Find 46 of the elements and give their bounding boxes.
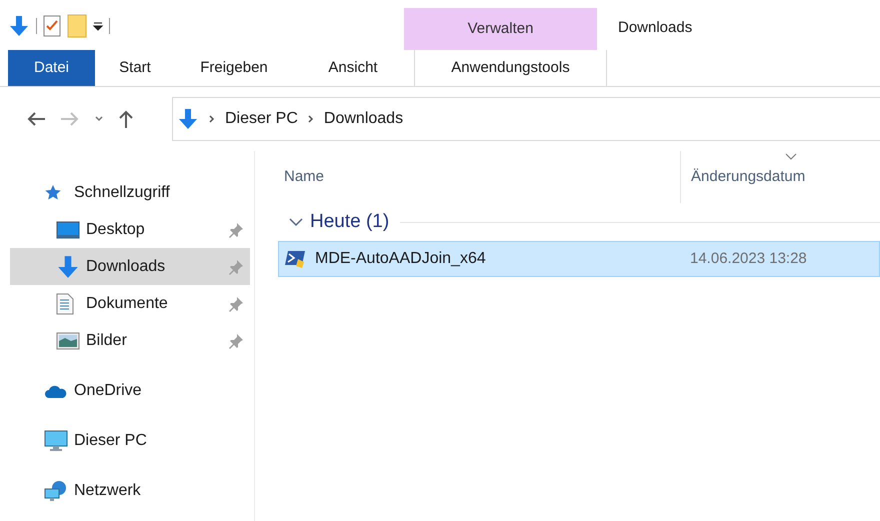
monitor-icon [44,430,68,452]
ribbon-tab[interactable]: Ansicht [293,50,413,86]
nav-item[interactable]: Downloads [10,248,250,285]
nav-item[interactable]: Netzwerk [0,472,250,509]
column-header[interactable]: Änderungsdatum [681,151,880,203]
nav-item[interactable]: Dokumente [10,285,250,322]
breadcrumb-item[interactable]: Dieser PC [225,107,298,131]
nav-item[interactable]: Schnellzugriff [0,174,250,211]
chevron-right-icon[interactable] [209,114,215,124]
document-icon [56,292,74,314]
file-date: 14.06.2023 13:28 [690,248,807,269]
download-arrow-icon [8,15,30,37]
window-title: Downloads [618,18,692,37]
sort-icon [785,153,797,160]
group-header[interactable]: Heute (1) [310,208,390,236]
ribbon-tab[interactable]: Datei [8,50,95,86]
network-icon [44,480,68,502]
download-arrow-icon [177,108,199,130]
breadcrumb-item[interactable]: Downloads [324,107,404,131]
download-arrow-icon [56,254,80,278]
ribbon-tab[interactable]: Freigeben [175,50,293,86]
chevron-down-icon[interactable] [94,115,104,123]
script-icon [285,249,307,269]
nav-item[interactable]: Bilder [10,322,250,359]
pin-icon[interactable] [228,222,244,238]
nav-item[interactable]: Desktop [10,211,250,248]
desktop-icon [56,220,80,238]
chevron-right-icon[interactable] [308,114,314,124]
properties-icon[interactable] [43,15,61,37]
ribbon-tab[interactable]: Anwendungstools [414,50,607,86]
nav-item[interactable]: Dieser PC [0,422,250,459]
ribbon-tab[interactable]: Start [95,50,175,86]
dropdown-icon[interactable] [93,21,103,31]
nav-item[interactable]: OneDrive [0,372,250,409]
pin-icon[interactable] [228,332,244,348]
file-row[interactable]: MDE-AutoAADJoin_x64 14.06.2023 13:28 [278,241,880,277]
context-group-header: Verwalten [404,8,597,50]
pin-icon[interactable] [228,296,244,312]
chevron-down-icon[interactable] [289,217,303,227]
picture-icon [56,332,80,350]
address-bar[interactable]: Dieser PC Downloads [172,97,880,141]
file-name: MDE-AutoAADJoin_x64 [315,249,486,269]
back-icon[interactable] [26,111,46,127]
column-header[interactable]: Name [279,151,681,203]
up-icon[interactable] [118,109,134,129]
star-icon [44,184,62,202]
